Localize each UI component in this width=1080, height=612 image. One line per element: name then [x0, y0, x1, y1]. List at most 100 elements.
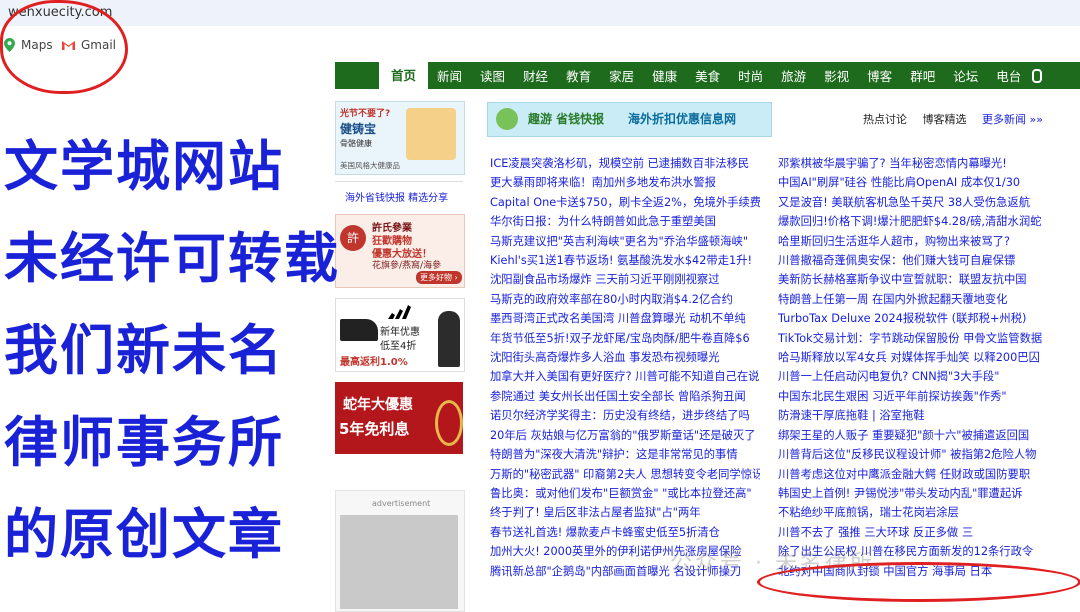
bookmarks-bar: Maps Gmail: [0, 26, 1080, 64]
adidas-logo-icon: [388, 305, 411, 319]
nav-item-11[interactable]: 博客: [858, 66, 901, 85]
news-link[interactable]: 美新防长赫格塞斯争议中宣誓就职：联盟友抗中国: [778, 270, 1046, 289]
news-link[interactable]: 墨西哥湾正式改名美国湾 川普盘算曝光 动机不单纯: [490, 309, 760, 328]
news-link[interactable]: 春节送礼首选! 爆款麦卢卡蜂蜜史低至5折清仓: [490, 523, 760, 542]
nav-item-13[interactable]: 论坛: [944, 66, 987, 85]
microphone-icon[interactable]: [1032, 68, 1043, 83]
hotlink-more-news[interactable]: 更多新闻 »»: [982, 113, 1043, 126]
news-link[interactable]: 防滑速干厚底拖鞋 | 浴室拖鞋: [778, 406, 1046, 425]
hotlink-blog[interactable]: 博客精选: [923, 113, 967, 126]
ad-ginseng[interactable]: 許 許氏參業 狂歡購物 優惠大放送！ 花旗參/燕窩/海參 更多好物 ›: [335, 214, 465, 288]
banner-right-text: 海外折扣优惠信息网: [628, 112, 737, 126]
nav-item-10[interactable]: 影视: [815, 66, 858, 85]
news-link[interactable]: Capital One卡送$750，刷卡全返2%，免境外手续费: [490, 193, 760, 212]
nav-item-8[interactable]: 时尚: [729, 66, 772, 85]
news-link[interactable]: 参院通过 美女州长出任国土安全部长 曾陷杀狗丑闻: [490, 387, 760, 406]
ad1-line-4: 美国风格大健康品: [340, 161, 400, 170]
news-link[interactable]: 韩国史上首例! 尹锡悦涉"带头发动内乱"罪遭起诉: [778, 484, 1046, 503]
news-link[interactable]: 特朗普为"深夜大清洗"辩护：这是非常常见的事情: [490, 445, 760, 464]
nav-item-12[interactable]: 群吧: [901, 66, 944, 85]
nav-item-7[interactable]: 美食: [686, 66, 729, 85]
news-link[interactable]: 万斯的"秘密武器" 印裔第2夫人 思想转变令老同学惊讶: [490, 465, 760, 484]
news-link[interactable]: TikTok交易计划：字节跳动保留股份 甲骨文监管数据: [778, 329, 1046, 348]
ad3-line-3: 最高返利1.0%: [340, 357, 408, 368]
news-link[interactable]: 哈里斯回归生活逛华人超市，购物出来被骂了?: [778, 232, 1046, 251]
nav-item-0[interactable]: 首页: [379, 62, 429, 89]
ad4-line-2: 5年免利息: [339, 420, 410, 438]
ad2-more-button[interactable]: 更多好物 ›: [416, 271, 462, 284]
ad-health[interactable]: 光节不要了? 健铸宝 骨骼健康 美国风格大健康品: [335, 101, 465, 175]
annotation-circle-top: [0, 0, 128, 94]
ad5-label: advertisement: [372, 499, 431, 508]
news-link[interactable]: 终于判了! 皇后区非法占屋者监狱"占"两年: [490, 503, 760, 522]
ad4-line-1: 蛇年大優惠: [343, 397, 413, 413]
product-box-image: [406, 108, 456, 160]
nav-item-1[interactable]: 新闻: [428, 66, 471, 85]
nav-item-5[interactable]: 家居: [600, 66, 643, 85]
news-link[interactable]: 沈阳街头高奇爆炸多人浴血 事发恐布视频曝光: [490, 348, 760, 367]
news-link[interactable]: 川普背后这位"反移民议程设计师" 被指第2危险人物: [778, 445, 1046, 464]
nav-item-2[interactable]: 读图: [471, 66, 514, 85]
address-bar[interactable]: wenxuecity.com: [0, 0, 1080, 26]
news-link[interactable]: 20年后 灰姑娘与亿万富翁的"俄罗斯童话"还是破灭了: [490, 426, 760, 445]
nav-item-3[interactable]: 财经: [514, 66, 557, 85]
ad1-caption[interactable]: 海外省钱快报 精选分享: [345, 189, 448, 204]
site-nav: 首页 新闻 读图 财经 教育 家居 健康 美食 时尚 旅游 影视 博客 群吧 论坛 电台: [335, 62, 1080, 89]
news-link[interactable]: 鲁比奥：或对他们发布"巨额赏金" "或比本拉登还高": [490, 484, 760, 503]
shoe-image: [340, 319, 378, 341]
news-link[interactable]: 爆款回归!价格下调!爆汁肥肥虾$4.28/磅,清甜水润蛇: [778, 212, 1046, 231]
hotlink-discussion[interactable]: 热点讨论: [863, 113, 907, 126]
overlay-line-5: 的原创文章: [4, 503, 284, 566]
ad3-line-2: 低至4折: [380, 341, 417, 352]
news-link[interactable]: 马斯克建议把"英吉利海峡"更名为"乔治华盛顿海峡": [490, 232, 760, 251]
annotation-circle-bottom: [757, 562, 1080, 602]
overlay-line-4: 律师事务所: [4, 411, 284, 474]
news-link[interactable]: 马斯克的政府效率部在80小时内取消$4.2亿合约: [490, 290, 760, 309]
nav-item-4[interactable]: 教育: [557, 66, 600, 85]
banner-left-text: 趣游 省钱快报: [528, 112, 605, 126]
statue-image: [340, 515, 458, 609]
nav-item-6[interactable]: 健康: [643, 66, 686, 85]
news-link[interactable]: 沈阳副食品市场爆炸 三天前习近平刚刚视察过: [490, 270, 760, 289]
news-link[interactable]: 加拿大并入美国有更好医疗? 川普可能不知道自己在说: [490, 367, 760, 386]
news-link[interactable]: 诺贝尔经济学奖得主：历史没有终结，进步终结了吗: [490, 406, 760, 425]
news-link[interactable]: 哈马斯释放以军4女兵 对媒体挥手灿笑 以释200巴囚: [778, 348, 1046, 367]
news-link[interactable]: 川普不去了 强推 三大环球 反正多做 三: [778, 523, 1046, 542]
nav-item-9[interactable]: 旅游: [772, 66, 815, 85]
overlay-line-2: 未经许可转载: [4, 227, 340, 290]
news-link[interactable]: 邓紫棋被华晨宇骗了? 当年秘密恋情内幕曝光!: [778, 154, 1046, 173]
news-link[interactable]: 中国AI"刷屏"硅谷 性能比肩OpenAI 成本仅1/30: [778, 173, 1046, 192]
news-link[interactable]: 特朗普上任第一周 在国内外掀起翻天覆地变化: [778, 290, 1046, 309]
ad-adidas[interactable]: 新年优惠 低至4折 最高返利1.0%: [335, 298, 465, 372]
news-link[interactable]: 川普撤福奇蓬佩奥安保：他们赚大钱可自雇保镖: [778, 251, 1046, 270]
news-link[interactable]: 中国东北民生艰困 习近平年前探访挨轰"作秀": [778, 387, 1046, 406]
news-column-right: 邓紫棋被华晨宇骗了? 当年秘密恋情内幕曝光! 中国AI"刷屏"硅谷 性能比肩Ope…: [778, 154, 1046, 581]
ad-new-year[interactable]: 蛇年大優惠 5年免利息: [335, 382, 463, 454]
ad2-line-4: 花旗參/燕窩/海參: [372, 261, 442, 271]
news-link[interactable]: 更大暴雨即将来临！南加州多地发布洪水警报: [490, 173, 760, 192]
model-image: [438, 311, 460, 367]
news-link[interactable]: 川普一上任启动闪电复仇? CNN揭"3大手段": [778, 367, 1046, 386]
ad1-line-3: 骨骼健康: [340, 139, 372, 148]
piggy-bank-icon: [496, 108, 518, 130]
brand-logo-icon: 許: [340, 225, 366, 251]
news-link[interactable]: 年货节低至5折!双子龙虾尾/宝岛肉酥/肥牛卷直降$6: [490, 329, 760, 348]
news-link[interactable]: 川普考虑这位对中鹰派金融大鳄 任财政或国防要职: [778, 465, 1046, 484]
overlay-line-3: 我们新未名: [4, 319, 284, 382]
deal-banner[interactable]: 趣游 省钱快报 海外折扣优惠信息网: [487, 102, 772, 137]
news-link[interactable]: ICE凌晨突袭洛杉矶，规模空前 已逮捕数百非法移民: [490, 154, 760, 173]
ad-slot[interactable]: advertisement: [335, 490, 465, 612]
ad1-line-2: 健铸宝: [340, 122, 377, 136]
overlay-line-1: 文学城网站: [4, 135, 284, 198]
news-link[interactable]: Kiehl's买1送1春节返场! 氨基酸洗发水$42带走1升!: [490, 251, 760, 270]
snake-icon: [435, 400, 463, 446]
nav-item-14[interactable]: 电台: [987, 66, 1030, 85]
hot-links: 热点讨论 博客精选 更多新闻 »»: [863, 111, 1055, 127]
ad1-line-1: 光节不要了?: [340, 109, 391, 119]
news-link[interactable]: 绑架王星的人贩子 重要疑犯"颜十六"被捕遣返回国: [778, 426, 1046, 445]
news-link[interactable]: 不粘绝纱平底煎锅，瑞士花岗岩涂层: [778, 503, 1046, 522]
news-link[interactable]: TurboTax Deluxe 2024报税软件 (联邦税+州税): [778, 309, 1046, 328]
news-link[interactable]: 又是波音! 美联航客机急坠千英尺 38人受伤急返航: [778, 193, 1046, 212]
news-link[interactable]: 华尔街日报：为什么特朗普如此急于重塑美国: [490, 212, 760, 231]
divider: [335, 181, 463, 182]
